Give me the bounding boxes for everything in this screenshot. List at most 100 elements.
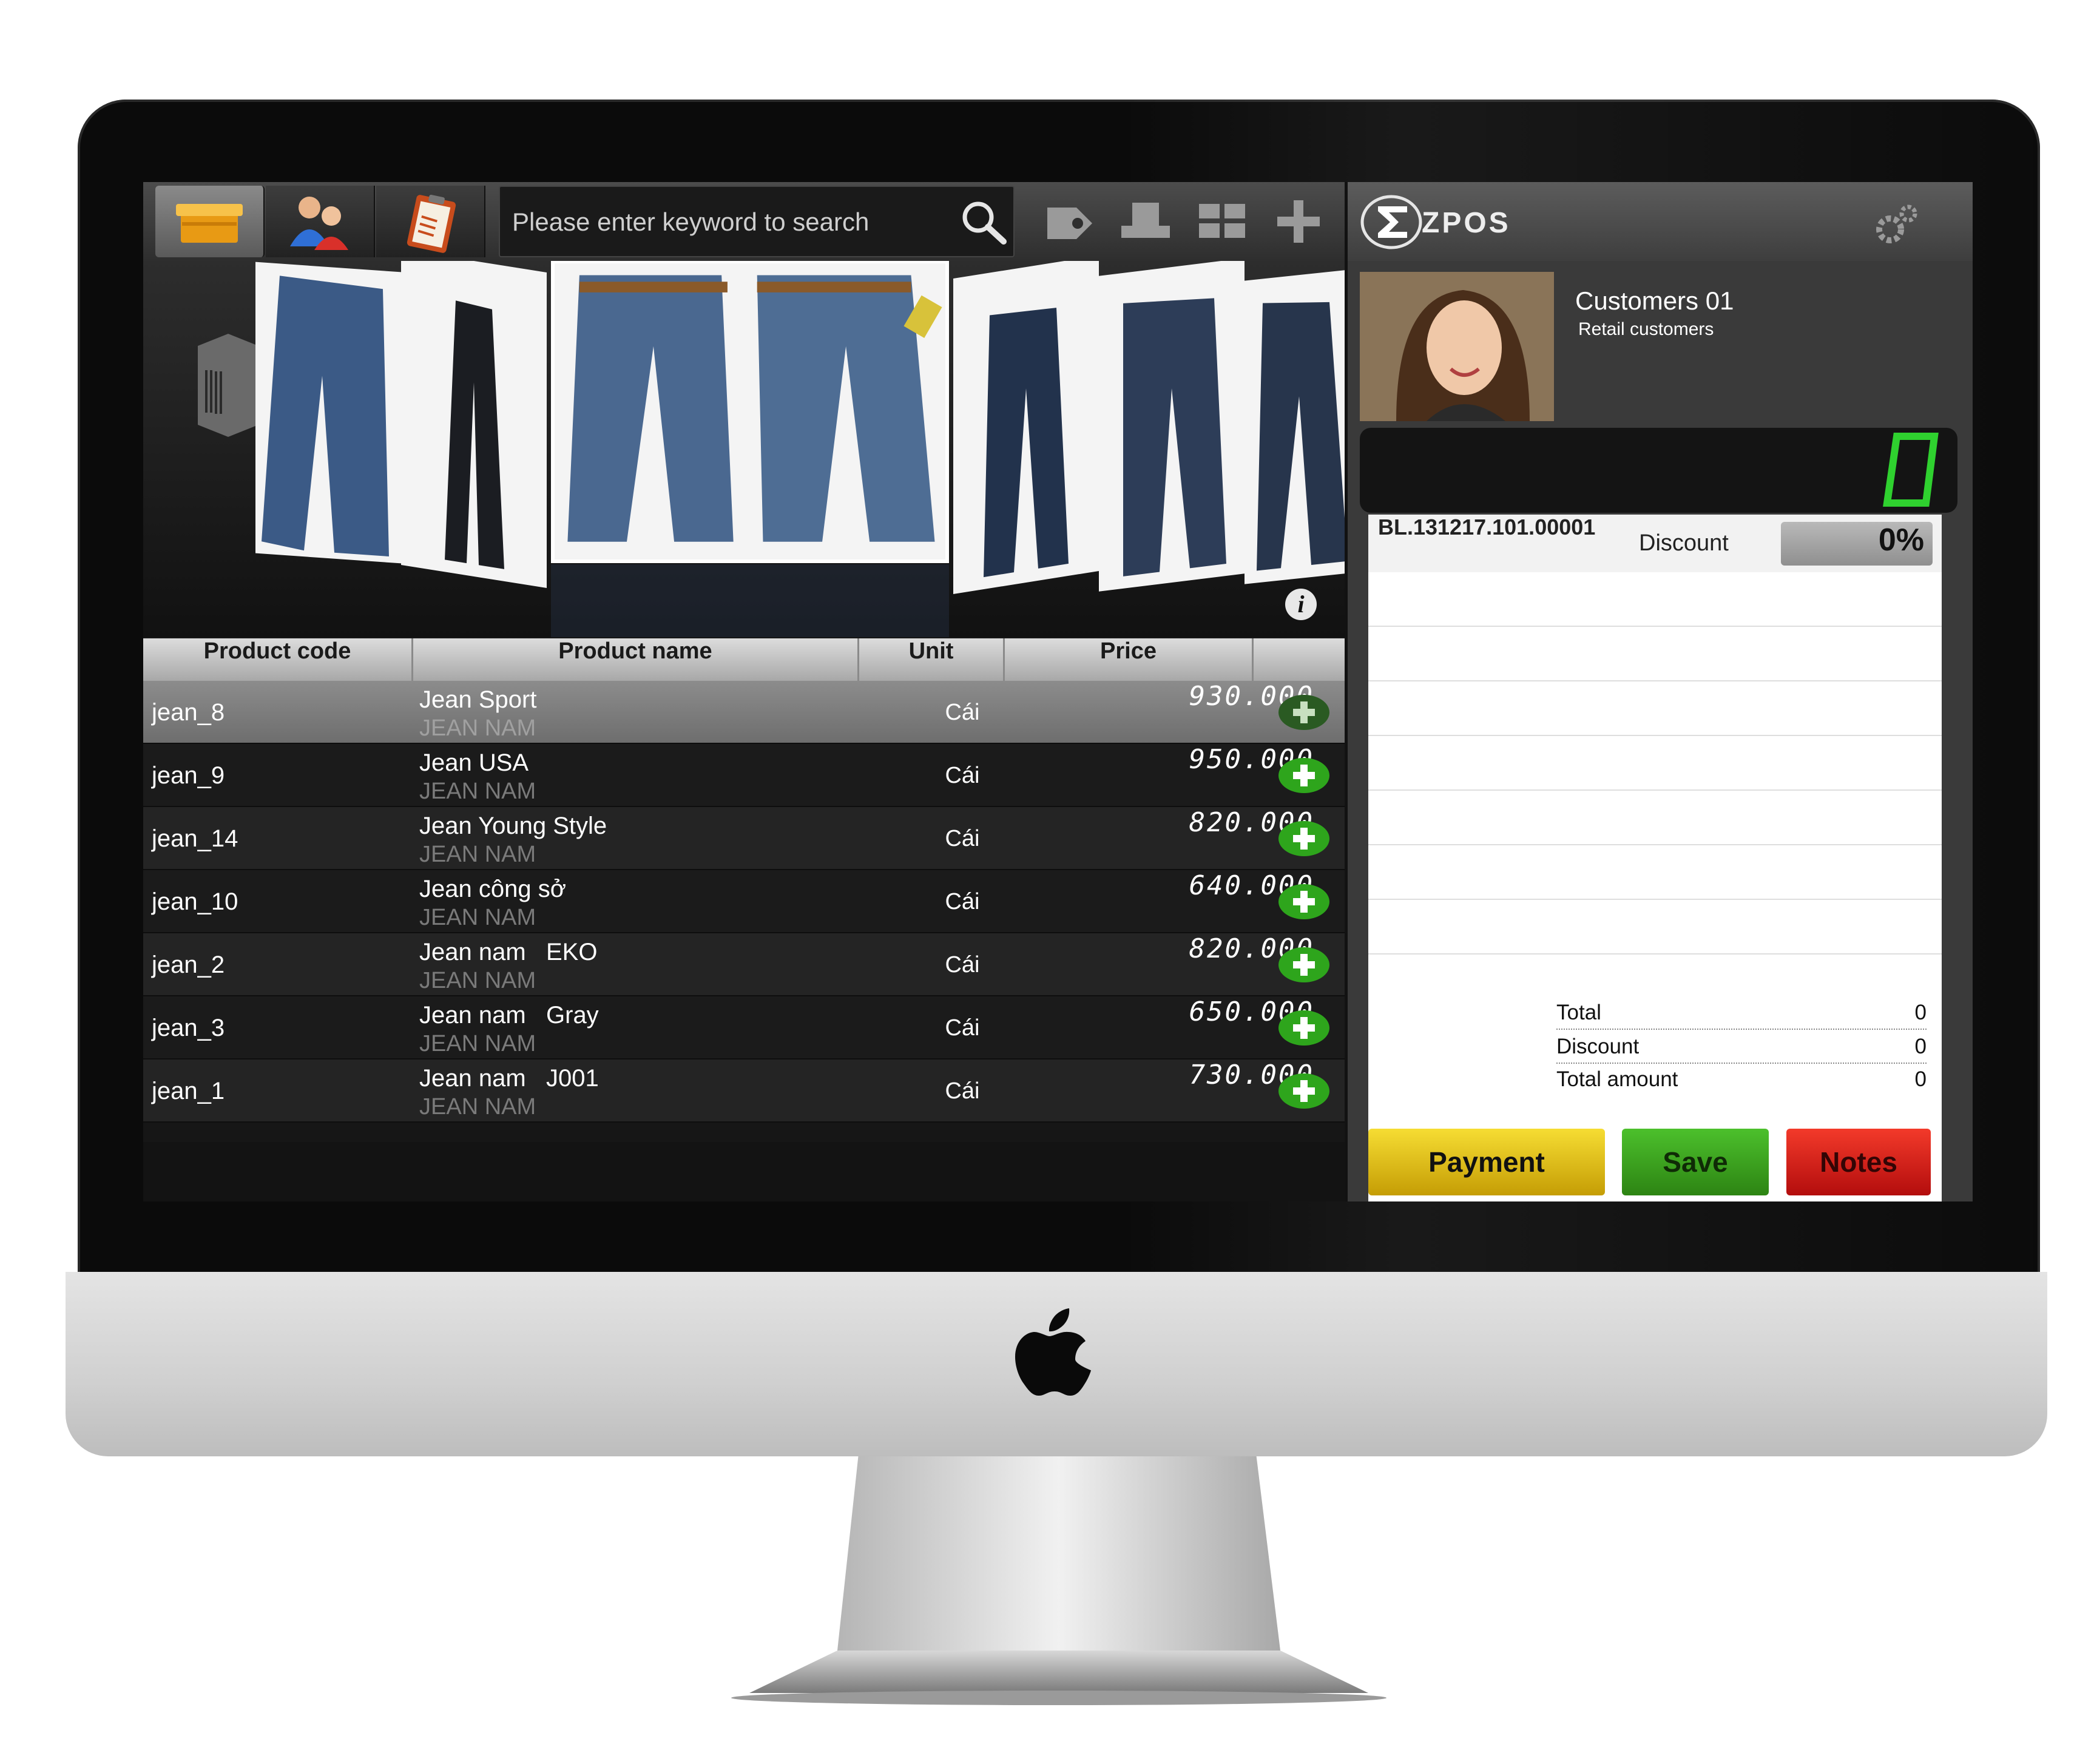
product-name: Jean Young Style (419, 813, 607, 839)
order-totals: Total 0 Discount 0 Total amount 0 (1368, 992, 1942, 1101)
info-icon[interactable]: i (1285, 589, 1317, 620)
tag-icon[interactable] (1041, 194, 1099, 249)
product-card[interactable] (1245, 265, 1345, 584)
save-button[interactable]: Save (1622, 1129, 1769, 1195)
header-product-name[interactable]: Product name (413, 638, 859, 681)
product-name: Jean USA (419, 749, 529, 776)
order-line-divider (1368, 680, 1942, 681)
total-amount-row: Total amount 0 (1556, 1063, 1927, 1097)
featured-reflection (551, 564, 949, 637)
product-unit: Cái (945, 826, 980, 851)
table-row[interactable]: jean_1 Jean nam J001 JEAN NAM Cái 730.00… (143, 1059, 1345, 1123)
order-lines (1368, 572, 1942, 1201)
product-card[interactable] (401, 261, 547, 589)
table-row[interactable]: jean_3 Jean nam Gray JEAN NAM Cái 650.00… (143, 996, 1345, 1059)
box-icon (176, 204, 243, 243)
clipboard-icon (407, 194, 456, 253)
total-amount-value: 0 (1914, 1067, 1927, 1091)
add-to-cart-button[interactable] (1278, 757, 1330, 794)
product-card-featured[interactable] (551, 261, 949, 563)
product-card[interactable] (1099, 261, 1245, 592)
jean-image (1123, 298, 1226, 576)
order-header: ZPOS (1348, 182, 1973, 261)
product-carousel[interactable]: i (143, 261, 1345, 637)
bill-discount-input[interactable]: 0% (1781, 522, 1933, 566)
table-row[interactable]: jean_9 Jean USA JEAN NAM Cái 950.000 (143, 744, 1345, 807)
customers-icon (290, 197, 348, 250)
product-unit: Cái (945, 952, 980, 978)
add-to-cart-button[interactable] (1278, 820, 1330, 857)
bill-discount-label: Discount (1639, 530, 1729, 556)
order-line-divider (1368, 899, 1942, 900)
product-table: jean_8 Jean Sport JEAN NAM Cái 930.000 j… (143, 681, 1345, 1123)
header-product-code[interactable]: Product code (143, 638, 413, 681)
product-category: JEAN NAM (419, 905, 536, 930)
table-row[interactable]: jean_8 Jean Sport JEAN NAM Cái 930.000 (143, 681, 1345, 744)
order-panel: ZPOS Customers 01 Retail customers 0 BL.… (1348, 182, 1973, 1201)
jean-image (262, 275, 389, 556)
customer-type: Retail customers (1578, 319, 1714, 339)
header-action (1254, 638, 1345, 681)
header-unit[interactable]: Unit (859, 638, 1005, 681)
settings-icon[interactable] (1869, 197, 1924, 251)
table-row[interactable]: jean_10 Jean công sở JEAN NAM Cái 640.00… (143, 870, 1345, 933)
discount-label: Discount (1556, 1035, 1640, 1058)
product-card[interactable] (255, 262, 401, 564)
add-to-cart-button[interactable] (1278, 1073, 1330, 1109)
total-value: 0 (1914, 1001, 1927, 1024)
add-to-cart-button[interactable] (1278, 947, 1330, 983)
total-row: Total 0 (1556, 996, 1927, 1030)
product-category: JEAN NAM (419, 1094, 536, 1120)
apple-logo-icon (1012, 1305, 1097, 1408)
product-unit: Cái (945, 1015, 980, 1041)
jean-image (567, 275, 942, 542)
product-code: jean_1 (152, 1078, 225, 1104)
product-code: jean_3 (152, 1015, 225, 1041)
product-category: JEAN NAM (419, 715, 536, 741)
orders-tab[interactable] (376, 186, 485, 257)
product-table-header: Product code Product name Unit Price (143, 638, 1345, 681)
brand-logo: ZPOS (1360, 193, 1508, 251)
table-row[interactable]: jean_14 Jean Young Style JEAN NAM Cái 82… (143, 807, 1345, 870)
product-unit: Cái (945, 1078, 980, 1104)
total-amount-label: Total amount (1556, 1067, 1678, 1091)
bill-info: BL.131217.101.00001 Discount 0% (1368, 515, 1942, 572)
barcode-box-icon (198, 334, 258, 437)
counter-value: 0 (1909, 485, 1913, 492)
customer-photo (1360, 272, 1554, 421)
grid-icon[interactable] (1193, 194, 1251, 249)
table-footer (143, 1142, 1345, 1201)
toolbar (143, 182, 1345, 261)
discount-row: Discount 0 (1556, 1030, 1927, 1064)
product-name: Jean Sport (419, 686, 537, 713)
product-unit: Cái (945, 763, 980, 788)
payment-button[interactable]: Payment (1368, 1129, 1605, 1195)
customers-tab[interactable] (266, 186, 375, 257)
add-to-cart-button[interactable] (1278, 694, 1330, 731)
product-category: JEAN NAM (419, 968, 536, 993)
products-tab[interactable] (155, 186, 265, 257)
app-screen: i Product code Product name Unit Price j… (143, 182, 1973, 1201)
header-price[interactable]: Price (1005, 638, 1254, 681)
product-panel: i Product code Product name Unit Price j… (143, 182, 1345, 1201)
plus-icon[interactable] (1269, 194, 1328, 249)
product-card[interactable] (953, 261, 1099, 595)
add-to-cart-button[interactable] (1278, 1010, 1330, 1046)
search-icon[interactable] (955, 195, 1010, 250)
product-code: jean_10 (152, 888, 238, 915)
product-code: jean_2 (152, 951, 225, 978)
customer-avatar[interactable] (1360, 272, 1554, 421)
search-box (499, 186, 1015, 257)
printer-icon[interactable] (1116, 194, 1175, 249)
search-input[interactable] (511, 203, 938, 242)
order-line-divider (1368, 789, 1942, 791)
product-code: jean_14 (152, 825, 238, 852)
product-unit: Cái (945, 889, 980, 914)
order-line-divider (1368, 844, 1942, 845)
bill-id: BL.131217.101.00001 (1378, 515, 1596, 539)
counter-display: 0 (1883, 433, 1939, 507)
table-row[interactable]: jean_2 Jean nam EKO JEAN NAM Cái 820.000 (143, 933, 1345, 996)
add-to-cart-button[interactable] (1278, 884, 1330, 920)
notes-button[interactable]: Notes (1786, 1129, 1931, 1195)
brand-name: ZPOS (1422, 207, 1511, 239)
